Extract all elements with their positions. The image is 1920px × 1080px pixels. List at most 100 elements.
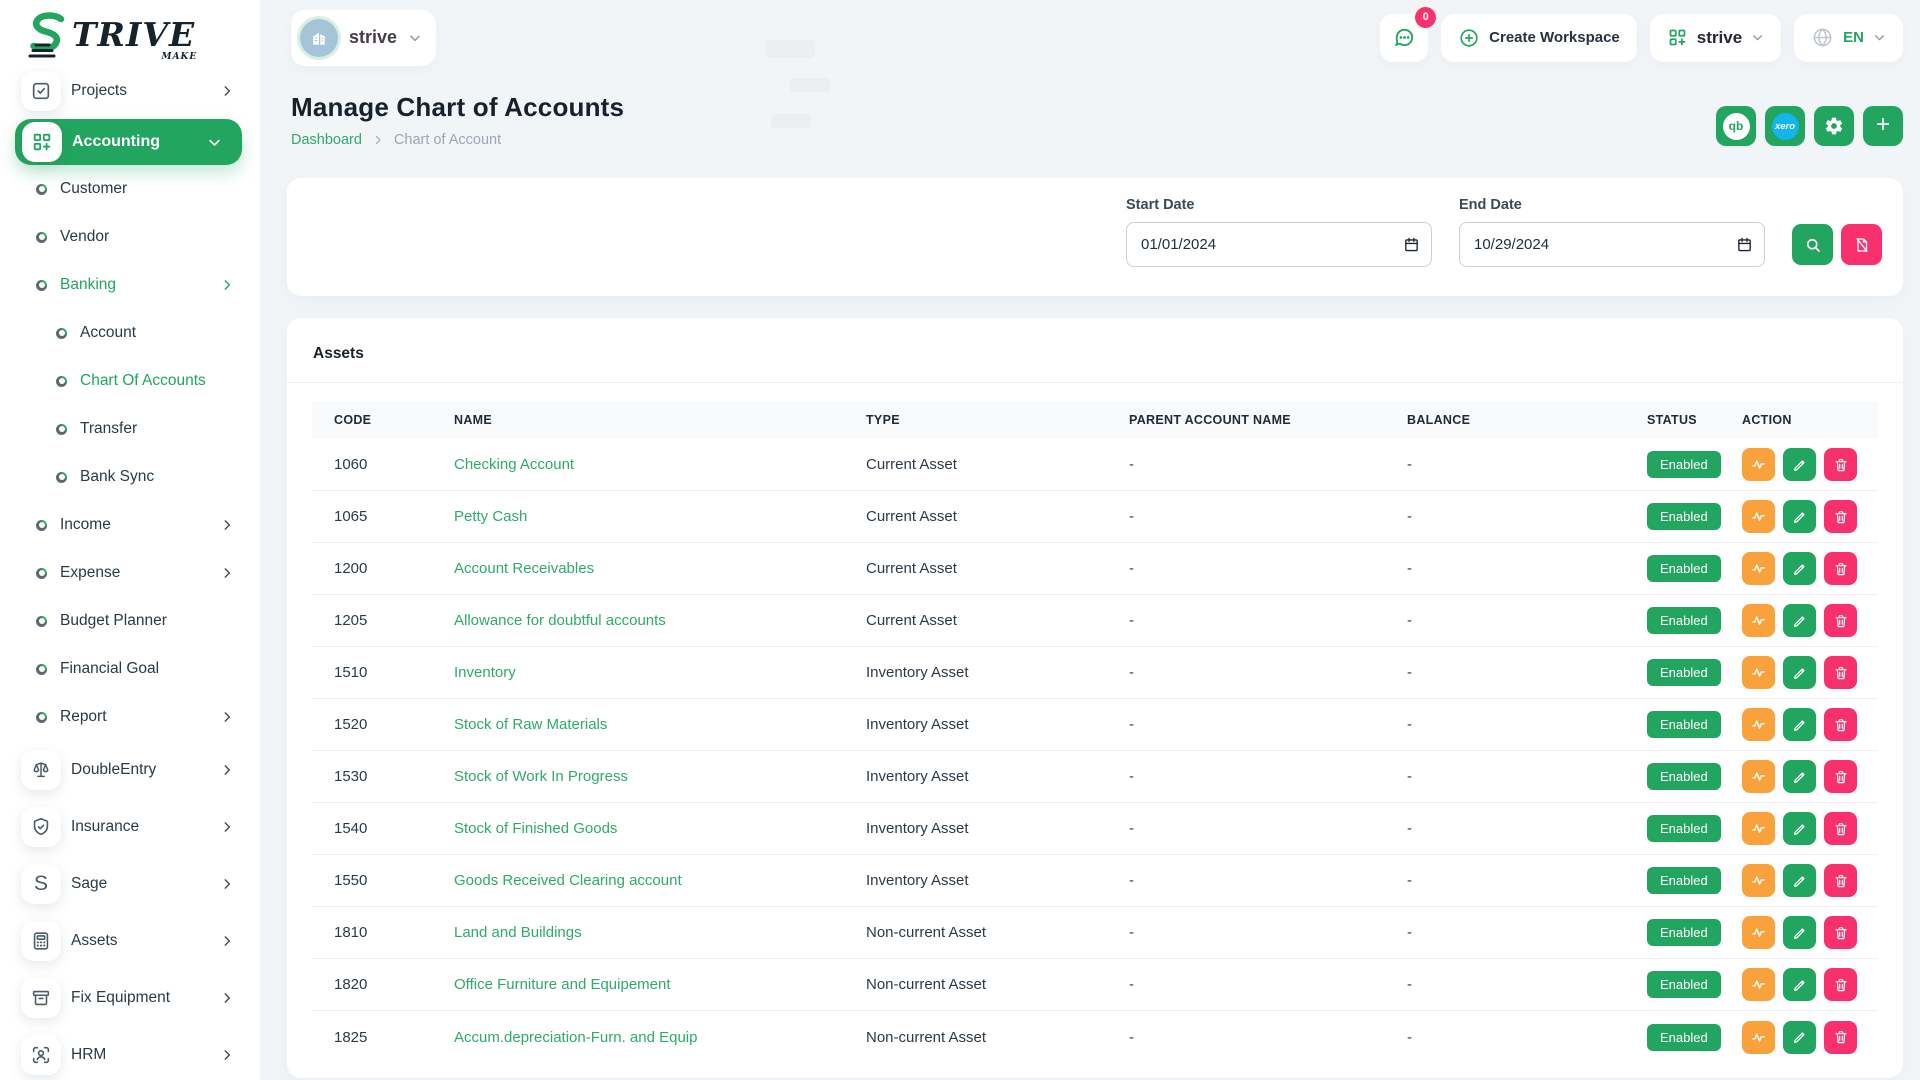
account-name-link[interactable]: Petty Cash [454,508,527,525]
sidebar-item-vendor[interactable]: Vendor [0,213,260,261]
account-name-link[interactable]: Stock of Work In Progress [454,768,628,785]
transactions-button[interactable] [1742,812,1775,845]
edit-button[interactable] [1783,1021,1816,1054]
account-name-link[interactable]: Account Receivables [454,560,594,577]
delete-button[interactable] [1824,500,1857,533]
table-row: 1205 Allowance for doubtful accounts Cur… [312,595,1878,647]
sidebar-item-doubleentry[interactable]: DoubleEntry [0,741,260,798]
account-name-link[interactable]: Inventory [454,664,516,681]
sidebar-item-bank-sync[interactable]: Bank Sync [0,453,260,501]
status-badge: Enabled [1647,919,1721,946]
sidebar-item-account[interactable]: Account [0,309,260,357]
transactions-button[interactable] [1742,708,1775,741]
table-row: 1820 Office Furniture and Equipement Non… [312,959,1878,1011]
edit-button[interactable] [1783,864,1816,897]
language-selector[interactable]: EN [1794,14,1903,62]
account-name-link[interactable]: Office Furniture and Equipement [454,976,671,993]
sidebar-item-hrm[interactable]: HRM [0,1026,260,1080]
pencil-icon [1792,925,1808,941]
account-balance: - [1407,664,1647,681]
sidebar-item-fix-equipment[interactable]: Fix Equipment [0,969,260,1026]
pencil-icon [1792,613,1808,629]
transactions-button[interactable] [1742,500,1775,533]
bullet-dot-icon [56,328,67,339]
edit-button[interactable] [1783,968,1816,1001]
sidebar-item-transfer[interactable]: Transfer [0,405,260,453]
delete-button[interactable] [1824,656,1857,689]
sidebar-item-income[interactable]: Income [0,501,260,549]
sidebar: TRIVE MAKE Projects Accounting Customer … [0,0,260,1080]
account-name-link[interactable]: Allowance for doubtful accounts [454,612,666,629]
settings-button[interactable] [1814,106,1854,146]
messages-button[interactable]: 0 [1380,14,1428,62]
breadcrumb-dashboard-link[interactable]: Dashboard [291,132,362,148]
main-area: strive 0 Create Workspace [260,0,1920,1080]
transactions-button[interactable] [1742,864,1775,897]
delete-button[interactable] [1824,760,1857,793]
workspace-selector[interactable]: strive [291,10,436,66]
chevron-down-icon [1751,31,1764,44]
chevron-right-icon [220,566,234,580]
edit-button[interactable] [1783,812,1816,845]
sidebar-item-accounting[interactable]: Accounting [15,119,242,165]
transactions-button[interactable] [1742,1021,1775,1054]
sidebar-item-budget-planner[interactable]: Budget Planner [0,597,260,645]
transactions-button[interactable] [1742,656,1775,689]
start-date-input[interactable] [1126,222,1432,267]
account-name-link[interactable]: Stock of Finished Goods [454,820,617,837]
edit-button[interactable] [1783,552,1816,585]
transactions-button[interactable] [1742,968,1775,1001]
activity-icon [1750,456,1767,473]
status-badge: Enabled [1647,867,1721,894]
sidebar-item-financial-goal[interactable]: Financial Goal [0,645,260,693]
quickbooks-button[interactable]: qb [1716,106,1756,146]
account-name-link[interactable]: Goods Received Clearing account [454,872,682,889]
create-workspace-button[interactable]: Create Workspace [1441,14,1637,62]
delete-button[interactable] [1824,812,1857,845]
delete-button[interactable] [1824,968,1857,1001]
status-badge: Enabled [1647,659,1721,686]
edit-button[interactable] [1783,604,1816,637]
xero-button[interactable]: xero [1765,106,1805,146]
bullet-dot-icon [56,424,67,435]
delete-button[interactable] [1824,1021,1857,1054]
delete-button[interactable] [1824,916,1857,949]
workspace-switcher[interactable]: strive [1650,14,1781,62]
transactions-button[interactable] [1742,552,1775,585]
edit-button[interactable] [1783,448,1816,481]
sidebar-item-sage[interactable]: S Sage [0,855,260,912]
account-name-link[interactable]: Stock of Raw Materials [454,716,607,733]
calendar-icon[interactable] [1736,236,1753,258]
search-button[interactable] [1792,224,1833,265]
delete-button[interactable] [1824,448,1857,481]
transactions-button[interactable] [1742,604,1775,637]
sidebar-item-report[interactable]: Report [0,693,260,741]
delete-button[interactable] [1824,708,1857,741]
reset-filter-button[interactable] [1841,224,1882,265]
trash-icon [1833,977,1849,993]
sidebar-item-customer[interactable]: Customer [0,165,260,213]
delete-button[interactable] [1824,552,1857,585]
edit-button[interactable] [1783,760,1816,793]
edit-button[interactable] [1783,500,1816,533]
transactions-button[interactable] [1742,448,1775,481]
transactions-button[interactable] [1742,916,1775,949]
edit-button[interactable] [1783,708,1816,741]
account-name-link[interactable]: Accum.depreciation-Furn. and Equip [454,1029,697,1046]
delete-button[interactable] [1824,604,1857,637]
account-name-link[interactable]: Land and Buildings [454,924,582,941]
sidebar-item-insurance[interactable]: Insurance [0,798,260,855]
sidebar-item-projects[interactable]: Projects [0,62,260,119]
sidebar-item-banking[interactable]: Banking [0,261,260,309]
end-date-input[interactable] [1459,222,1765,267]
sidebar-item-chart-of-accounts[interactable]: Chart Of Accounts [0,357,260,405]
edit-button[interactable] [1783,916,1816,949]
transactions-button[interactable] [1742,760,1775,793]
account-name-link[interactable]: Checking Account [454,456,574,473]
edit-button[interactable] [1783,656,1816,689]
sidebar-item-expense[interactable]: Expense [0,549,260,597]
add-account-button[interactable]: + [1863,106,1903,146]
calendar-icon[interactable] [1403,236,1420,258]
sidebar-item-assets[interactable]: Assets [0,912,260,969]
delete-button[interactable] [1824,864,1857,897]
